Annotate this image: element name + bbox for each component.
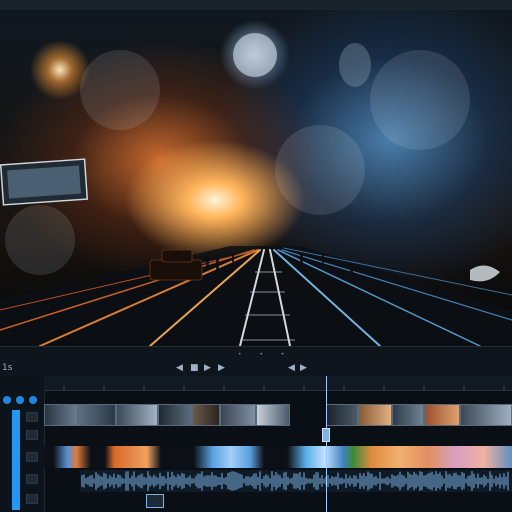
time-ruler[interactable] [44, 376, 512, 391]
video-clip[interactable] [44, 404, 78, 426]
video-clip[interactable] [78, 404, 116, 426]
video-track[interactable] [44, 404, 512, 426]
track-level-bar [12, 410, 20, 510]
track-toggle-icon[interactable] [16, 396, 24, 404]
video-clip[interactable] [358, 404, 392, 426]
track-cell[interactable] [26, 430, 38, 440]
controls-left-label: 1s [2, 363, 13, 373]
audio-spectrum-track[interactable] [44, 446, 512, 468]
video-clip[interactable] [158, 404, 192, 426]
track-cell[interactable] [26, 452, 38, 462]
video-preview[interactable] [0, 10, 512, 346]
timeline-panel[interactable] [0, 376, 512, 512]
video-clip[interactable] [116, 404, 158, 426]
waveform [80, 470, 512, 492]
next-frame-button[interactable]: ▶ [218, 363, 225, 373]
video-clip[interactable] [192, 404, 220, 426]
video-clip[interactable] [220, 404, 256, 426]
play-button[interactable]: ▶ [204, 363, 211, 373]
skip-start-icon[interactable]: ◀ [288, 363, 295, 373]
film-panel [0, 158, 89, 206]
playhead-handle[interactable] [322, 428, 330, 442]
audio-waveform-track[interactable] [44, 470, 512, 492]
track-cell[interactable] [26, 494, 38, 504]
preview-scene [0, 33, 512, 346]
prev-frame-button[interactable]: ◀ [176, 363, 183, 373]
video-clip[interactable] [256, 404, 290, 426]
video-clip[interactable] [326, 404, 358, 426]
video-clip[interactable] [392, 404, 424, 426]
stop-button[interactable]: ■ [190, 363, 199, 373]
skip-end-icon[interactable]: ▶ [300, 363, 307, 373]
ruler-ticks [63, 385, 505, 391]
playback-controls: • • • 1s ◀ ■ ▶ ▶ ◀ ▶ [0, 346, 512, 378]
marker-clip[interactable] [146, 494, 164, 508]
grip-dots: • • • [238, 351, 293, 358]
playhead[interactable] [326, 376, 327, 512]
track-toggle-icon[interactable] [29, 396, 37, 404]
video-clip[interactable] [424, 404, 460, 426]
track-cell[interactable] [26, 474, 38, 484]
video-clip[interactable] [460, 404, 512, 426]
track-toggle-icon[interactable] [3, 396, 11, 404]
track-cell[interactable] [26, 412, 38, 422]
track-headers [0, 376, 45, 512]
